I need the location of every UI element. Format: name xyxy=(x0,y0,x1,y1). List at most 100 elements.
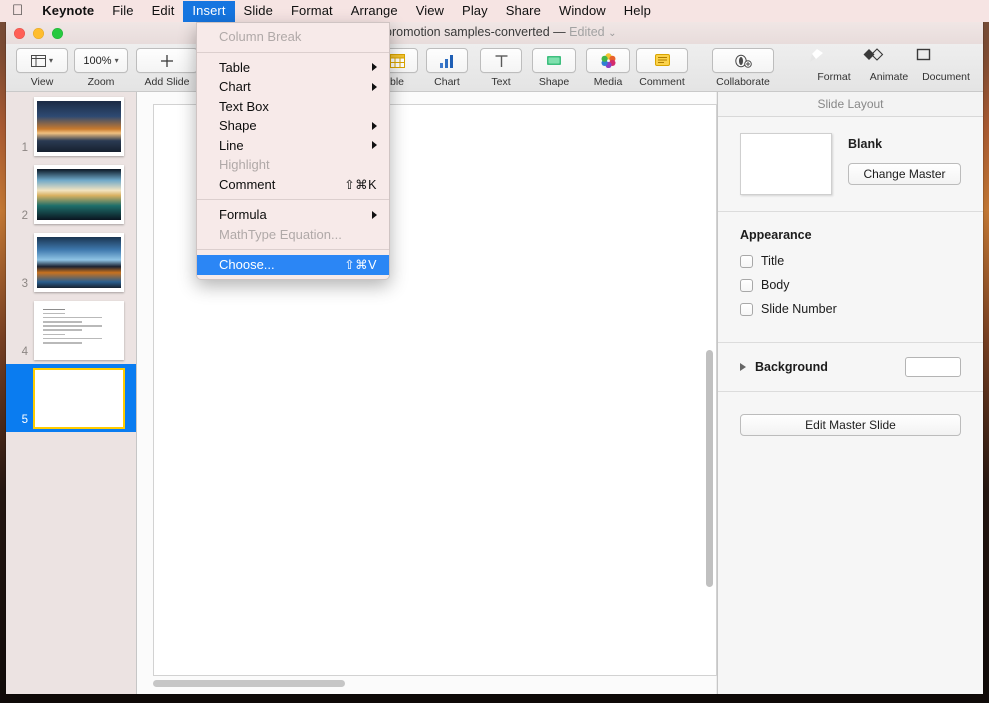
menu-insert[interactable]: Insert xyxy=(183,0,235,22)
menu-share[interactable]: Share xyxy=(497,1,550,22)
collaborate-add-person-icon xyxy=(735,54,752,68)
menu-window[interactable]: Window xyxy=(550,1,615,22)
title-separator: — xyxy=(553,25,566,39)
document-title[interactable]: w promotion samples-converted — Edited ⌄ xyxy=(6,25,983,39)
add-slide-toolbar-item[interactable]: Add Slide xyxy=(136,48,198,88)
media-label: Media xyxy=(593,76,623,88)
menu-item-label: Column Break xyxy=(219,29,302,45)
menu-item-comment[interactable]: Comment ⇧⌘K xyxy=(197,175,389,195)
media-button[interactable] xyxy=(586,48,630,73)
slide-thumbnail[interactable] xyxy=(34,96,124,156)
menu-item-label: Highlight xyxy=(219,157,270,173)
menu-item-formula[interactable]: Formula xyxy=(197,205,389,225)
master-thumbnail[interactable] xyxy=(740,133,832,195)
slide-number: 4 xyxy=(21,346,28,358)
checkbox-slide-number[interactable] xyxy=(740,302,753,316)
menu-format[interactable]: Format xyxy=(282,1,342,22)
menu-item-label: Line xyxy=(219,137,244,153)
toolbar: ▾ View 100% ▾ Zoom Add Slide ble Chart T… xyxy=(6,44,983,92)
menu-separator xyxy=(197,199,389,200)
menu-item-text-box[interactable]: Text Box xyxy=(197,97,389,117)
shape-toolbar-item[interactable]: Shape xyxy=(532,48,576,88)
slide-preview-image xyxy=(37,168,121,220)
menu-item-shape[interactable]: Shape xyxy=(197,116,389,136)
background-label: Background xyxy=(755,360,828,374)
comment-button[interactable] xyxy=(636,48,688,73)
apple-logo-icon[interactable]:  xyxy=(12,3,23,18)
slide-thumbnail[interactable] xyxy=(34,300,124,360)
checkbox-body[interactable] xyxy=(740,278,753,292)
menu-item-highlight: Highlight xyxy=(197,155,389,175)
collaborate-toolbar-item[interactable]: Collaborate xyxy=(712,48,774,88)
canvas-horizontal-scrollbar[interactable] xyxy=(153,680,345,687)
slide-thumbnail[interactable] xyxy=(33,367,125,429)
menu-item-choose[interactable]: Choose... ⇧⌘V xyxy=(197,255,389,275)
menu-file[interactable]: File xyxy=(103,1,142,22)
slide-thumbnail-item[interactable]: 5 xyxy=(6,364,136,432)
text-button[interactable] xyxy=(480,48,522,73)
document-label: Document xyxy=(922,71,970,83)
zoom-button[interactable]: 100% ▾ xyxy=(74,48,128,73)
menu-play[interactable]: Play xyxy=(453,1,497,22)
animate-tab[interactable] xyxy=(862,48,916,68)
menu-item-table[interactable]: Table xyxy=(197,58,389,78)
change-master-button[interactable]: Change Master xyxy=(848,163,961,185)
add-slide-button[interactable] xyxy=(136,48,198,73)
menu-item-label: MathType Equation... xyxy=(219,226,342,242)
menu-bar-items: Keynote File Edit Insert Slide Format Arrange V… xyxy=(33,0,660,22)
text-toolbar-item[interactable]: Text xyxy=(480,48,522,88)
background-row[interactable]: Background xyxy=(718,343,983,392)
slide-number: 1 xyxy=(21,142,28,154)
slide-thumbnail-item[interactable]: 3 xyxy=(6,228,136,296)
inspector-tab-labels: Format Animate Document xyxy=(806,71,976,83)
collaborate-button[interactable] xyxy=(712,48,774,73)
comment-label: Comment xyxy=(639,76,685,88)
format-inspector-panel: Slide Layout Blank Change Master Appeara… xyxy=(717,92,983,694)
shape-button[interactable] xyxy=(532,48,576,73)
appearance-checkbox-row[interactable]: Body xyxy=(740,278,961,292)
canvas-vertical-scrollbar[interactable] xyxy=(706,350,713,587)
menu-item-label: Choose... xyxy=(219,257,275,273)
menu-item-label: Formula xyxy=(219,207,267,223)
chart-button[interactable] xyxy=(426,48,468,73)
media-toolbar-item[interactable]: Media xyxy=(586,48,630,88)
menu-item-chart[interactable]: Chart xyxy=(197,77,389,97)
shape-square-icon xyxy=(547,56,561,65)
submenu-arrow-icon xyxy=(372,121,377,130)
appearance-checkbox-row[interactable]: Title xyxy=(740,254,961,268)
menu-arrange[interactable]: Arrange xyxy=(342,1,407,22)
menu-keynote[interactable]: Keynote xyxy=(33,1,103,22)
document-tab[interactable] xyxy=(916,48,976,68)
checkbox-title[interactable] xyxy=(740,254,753,268)
background-disclosure-triangle-icon[interactable] xyxy=(740,363,746,371)
menu-help[interactable]: Help xyxy=(615,1,660,22)
view-button[interactable]: ▾ xyxy=(16,48,68,73)
menu-slide[interactable]: Slide xyxy=(235,1,282,22)
comment-toolbar-item[interactable]: Comment xyxy=(636,48,688,88)
chart-toolbar-item[interactable]: Chart xyxy=(426,48,468,88)
slide-thumbnail-item[interactable]: 4 xyxy=(6,296,136,364)
appearance-checkbox-list: Title Body Slide Number xyxy=(740,254,961,316)
zoom-toolbar-item[interactable]: 100% ▾ Zoom xyxy=(74,48,128,88)
slide-thumbnail[interactable] xyxy=(34,164,124,224)
view-toolbar-item[interactable]: ▾ View xyxy=(16,48,68,88)
background-color-well[interactable] xyxy=(905,357,961,377)
format-tab[interactable] xyxy=(806,48,862,68)
slide-preview-image xyxy=(37,236,121,288)
slide-thumbnail[interactable] xyxy=(34,232,124,292)
appearance-section: Appearance Title Body Slide Number xyxy=(718,212,983,343)
appearance-checkbox-row[interactable]: Slide Number xyxy=(740,302,961,316)
insert-dropdown-menu[interactable]: Column Break Table Chart Text Box Shape Line H… xyxy=(196,22,390,280)
edit-master-slide-button[interactable]: Edit Master Slide xyxy=(740,414,961,436)
slide-navigator[interactable]: 1 2 3 4 5 xyxy=(6,92,136,694)
edited-status: Edited xyxy=(569,25,605,39)
text-t-icon xyxy=(495,54,507,67)
submenu-arrow-icon xyxy=(372,63,377,72)
menu-edit[interactable]: Edit xyxy=(143,1,184,22)
slide-thumbnail-item[interactable]: 2 xyxy=(6,160,136,228)
slide-thumbnail-item[interactable]: 1 xyxy=(6,92,136,160)
title-chevron-down-icon[interactable]: ⌄ xyxy=(608,28,616,39)
menu-item-line[interactable]: Line xyxy=(197,136,389,156)
comment-icon xyxy=(654,54,670,66)
menu-view[interactable]: View xyxy=(407,1,453,22)
